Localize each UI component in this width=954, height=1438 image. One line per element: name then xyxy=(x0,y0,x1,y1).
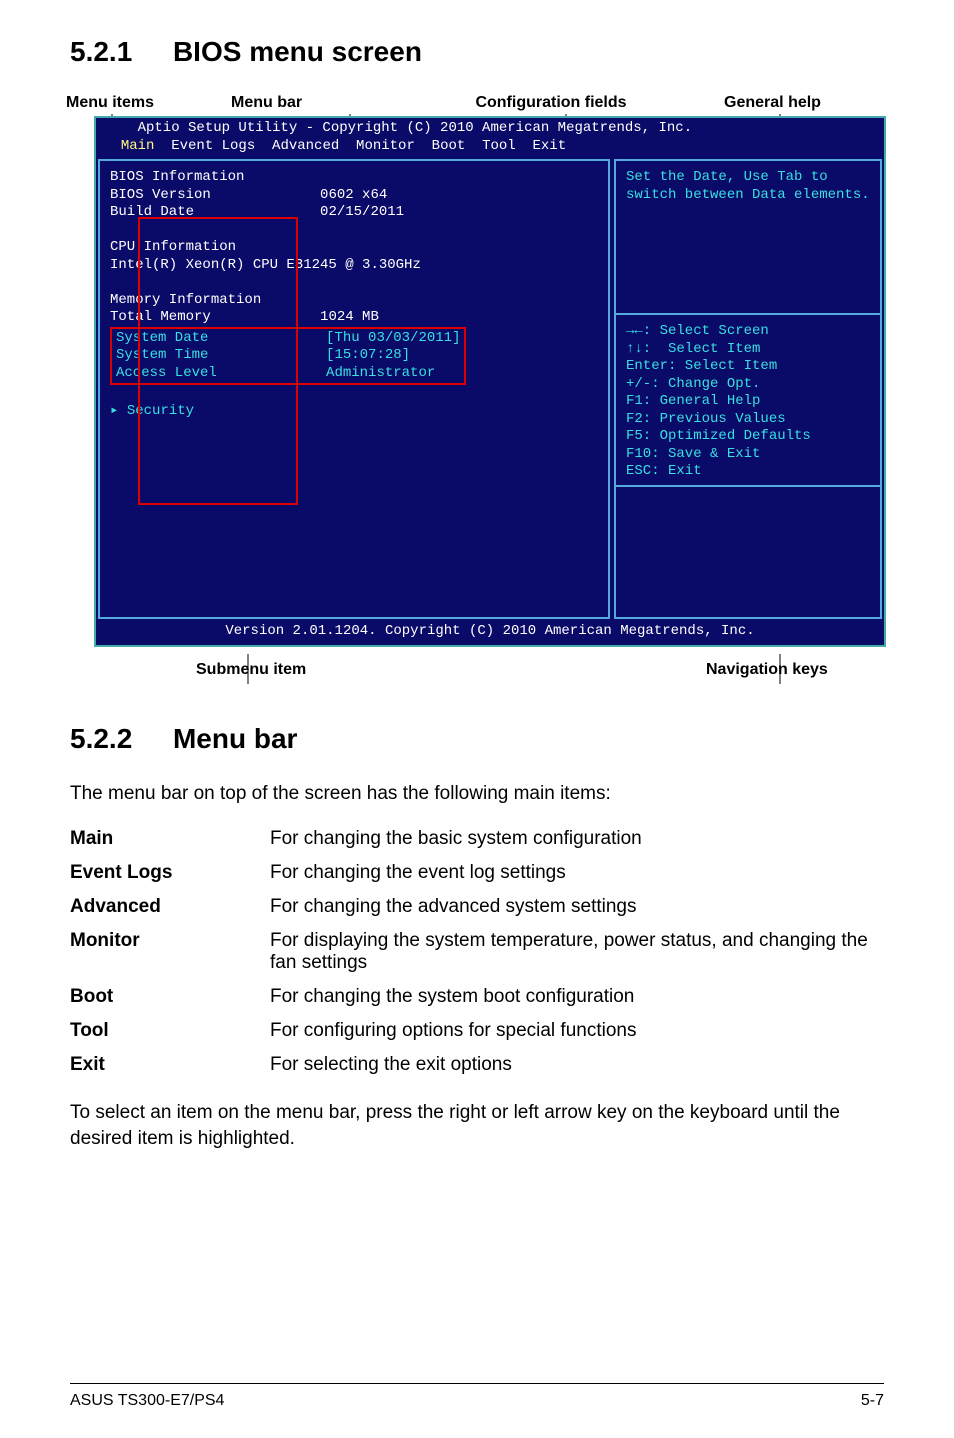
label-config-fields: Configuration fields xyxy=(441,94,661,112)
table-row: AdvancedFor changing the advanced system… xyxy=(70,890,884,924)
label-bios-version: BIOS Version xyxy=(110,187,211,203)
section-heading-5-2-2: 5.2.2 Menu bar xyxy=(70,723,884,755)
triangle-icon: ▸ xyxy=(110,403,118,419)
help-divider xyxy=(616,313,880,315)
def-eventlogs: For changing the event log settings xyxy=(270,856,884,890)
help-description: Set the Date, Use Tab to switch between … xyxy=(626,169,870,309)
label-general-help: General help xyxy=(661,94,884,112)
table-row: BootFor changing the system boot configu… xyxy=(70,980,884,1014)
submenu-security[interactable]: Security xyxy=(127,403,194,419)
term-exit: Exit xyxy=(70,1048,270,1082)
page-footer: ASUS TS300-E7/PS4 5-7 xyxy=(70,1383,884,1410)
footer-product: ASUS TS300-E7/PS4 xyxy=(70,1392,224,1410)
value-cpu: Intel(R) Xeon(R) CPU E31245 @ 3.30GHz xyxy=(110,257,421,273)
bios-title-bar: Aptio Setup Utility - Copyright (C) 2010… xyxy=(96,118,884,138)
value-system-date[interactable]: [Thu 03/03/2011] xyxy=(326,330,460,346)
def-tool: For configuring options for special func… xyxy=(270,1014,884,1048)
label-system-date[interactable]: System Date xyxy=(116,330,208,346)
footer-page-number: 5-7 xyxy=(861,1392,884,1410)
table-row: ToolFor configuring options for special … xyxy=(70,1014,884,1048)
tab-main[interactable]: Main xyxy=(121,138,155,154)
section-number: 5.2.1 xyxy=(70,36,132,68)
value-build-date: 02/15/2011 xyxy=(320,204,404,220)
row-memory-information: Memory Information xyxy=(110,292,261,308)
row-cpu-information: CPU Information xyxy=(110,239,236,255)
table-row: MainFor changing the basic system config… xyxy=(70,822,884,856)
config-fields-outline: System Date [Thu 03/03/2011] System Time… xyxy=(110,327,466,386)
section-title: BIOS menu screen xyxy=(173,36,422,68)
help-divider-2 xyxy=(616,485,880,487)
term-monitor: Monitor xyxy=(70,924,270,980)
section-heading-5-2-1: 5.2.1 BIOS menu screen xyxy=(70,36,884,68)
bios-menu-bar[interactable]: Main Event Logs Advanced Monitor Boot To… xyxy=(96,138,884,158)
bios-footer: Version 2.01.1204. Copyright (C) 2010 Am… xyxy=(96,621,884,645)
label-navigation-keys: Navigation keys xyxy=(706,661,828,679)
label-menu-bar: Menu bar xyxy=(231,94,441,112)
label-menu-items: Menu items xyxy=(66,94,231,112)
def-boot: For changing the system boot configurati… xyxy=(270,980,884,1014)
value-access-level: Administrator xyxy=(326,365,435,381)
help-empty xyxy=(626,491,870,551)
tab-rest[interactable]: Event Logs Advanced Monitor Boot Tool Ex… xyxy=(154,138,566,154)
intro-text: The menu bar on top of the screen has th… xyxy=(70,781,884,807)
label-system-time[interactable]: System Time xyxy=(116,347,208,363)
def-advanced: For changing the advanced system setting… xyxy=(270,890,884,924)
def-exit: For selecting the exit options xyxy=(270,1048,884,1082)
value-system-time[interactable]: [15:07:28] xyxy=(326,347,410,363)
term-main: Main xyxy=(70,822,270,856)
term-eventlogs: Event Logs xyxy=(70,856,270,890)
navigation-keys-list: →←: Select Screen ↑↓: Select Item Enter:… xyxy=(626,323,870,481)
table-row: MonitorFor displaying the system tempera… xyxy=(70,924,884,980)
label-total-memory: Total Memory xyxy=(110,309,211,325)
table-row: ExitFor selecting the exit options xyxy=(70,1048,884,1082)
def-monitor: For displaying the system temperature, p… xyxy=(270,924,884,980)
menu-definitions-table: MainFor changing the basic system config… xyxy=(70,822,884,1082)
term-boot: Boot xyxy=(70,980,270,1014)
value-bios-version: 0602 x64 xyxy=(320,187,387,203)
value-total-memory: 1024 MB xyxy=(320,309,379,325)
bios-window: Aptio Setup Utility - Copyright (C) 2010… xyxy=(94,116,886,647)
term-advanced: Advanced xyxy=(70,890,270,924)
table-row: Event LogsFor changing the event log set… xyxy=(70,856,884,890)
label-submenu-item: Submenu item xyxy=(196,661,306,679)
term-tool: Tool xyxy=(70,1014,270,1048)
bios-main-panel: BIOS Information BIOS Version 0602 x64 B… xyxy=(98,159,610,619)
label-access-level: Access Level xyxy=(116,365,217,381)
def-main: For changing the basic system configurat… xyxy=(270,822,884,856)
section-number-2: 5.2.2 xyxy=(70,723,132,755)
bios-help-panel: Set the Date, Use Tab to switch between … xyxy=(614,159,882,619)
label-build-date: Build Date xyxy=(110,204,194,220)
section-title-2: Menu bar xyxy=(173,723,297,755)
bios-diagram: Menu items Menu bar Configuration fields… xyxy=(66,94,884,687)
outro-text: To select an item on the menu bar, press… xyxy=(70,1100,884,1151)
row-bios-information: BIOS Information xyxy=(110,169,244,185)
